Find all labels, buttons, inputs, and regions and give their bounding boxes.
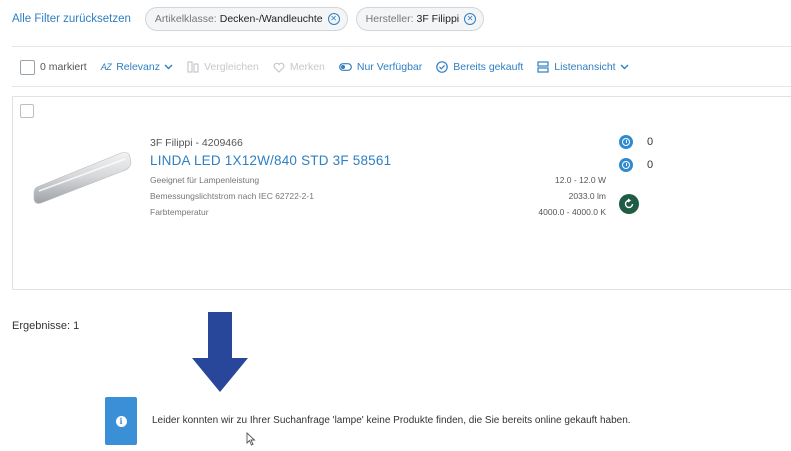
- filter-chip-artikelklasse[interactable]: Artikelklasse: Decken-/Wandleuchte ✕: [144, 7, 348, 31]
- chip-value: Decken-/Wandleuchte: [219, 13, 323, 25]
- reset-filters-link[interactable]: Alle Filter zurücksetzen: [12, 13, 131, 25]
- attribute-value: 4000.0 - 4000.0 K: [538, 207, 606, 217]
- chevron-down-icon: [164, 64, 173, 70]
- checkbox-icon[interactable]: [20, 59, 35, 75]
- reorder-button[interactable]: [619, 194, 639, 214]
- counter-value: 0: [647, 136, 654, 148]
- product-image[interactable]: [33, 147, 133, 209]
- already-bought-label: Bereits gekauft: [453, 61, 524, 73]
- info-strip: i: [105, 397, 137, 445]
- compare-label: Vergleichen: [203, 61, 259, 73]
- arrow-down-icon: [192, 312, 248, 392]
- available-toggle[interactable]: Nur Verfügbar: [338, 61, 423, 73]
- marked-count: 0 markiert: [40, 61, 87, 73]
- sort-dropdown[interactable]: AZ Relevanz: [101, 61, 173, 73]
- counter-row: 0: [619, 135, 653, 149]
- chip-key: Hersteller:: [365, 13, 414, 25]
- select-all[interactable]: 0 markiert: [20, 59, 87, 75]
- attribute-row: Farbtemperatur 4000.0 - 4000.0 K: [150, 207, 606, 217]
- clock-icon[interactable]: [619, 135, 633, 149]
- clock-icon[interactable]: [619, 158, 633, 172]
- compare-button[interactable]: Vergleichen: [187, 61, 259, 73]
- info-message-text: Leider konnten wir zu Ihrer Suchanfrage …: [152, 415, 631, 426]
- counter-row: 0: [619, 158, 653, 172]
- info-icon: i: [115, 415, 127, 427]
- sort-az-icon: AZ: [100, 62, 112, 72]
- remove-filter-icon[interactable]: ✕: [327, 13, 340, 25]
- results-count: Ergebnisse: 1: [12, 320, 80, 332]
- filter-chip-hersteller[interactable]: Hersteller: 3F Filippi ✕: [355, 7, 485, 31]
- attribute-value: 12.0 - 12.0 W: [554, 175, 606, 185]
- chip-key: Artikelklasse:: [154, 13, 217, 25]
- bookmark-button[interactable]: Merken: [273, 61, 325, 73]
- chip-value: 3F Filippi: [416, 13, 460, 25]
- product-checkbox[interactable]: [20, 104, 34, 118]
- attribute-value: 2033.0 lm: [568, 191, 606, 201]
- result-toolbar: 0 markiert AZ Relevanz Vergleichen Merke…: [20, 56, 643, 78]
- product-name-link[interactable]: LINDA LED 1X12W/840 STD 3F 58561: [150, 153, 391, 168]
- attribute-row: Bemessungslichtstrom nach IEC 62722-2-1 …: [150, 191, 606, 201]
- chevron-down-icon: [620, 64, 629, 70]
- compare-icon: [187, 61, 199, 73]
- attribute-label: Geeignet für Lampenleistung: [150, 175, 260, 185]
- list-view-icon: [537, 61, 549, 73]
- refresh-icon: [624, 198, 634, 209]
- filter-bar: Alle Filter zurücksetzen Artikelklasse: …: [12, 6, 492, 32]
- attribute-row: Geeignet für Lampenleistung 12.0 - 12.0 …: [150, 175, 606, 185]
- bookmark-label: Merken: [289, 61, 325, 73]
- counter-value: 0: [647, 159, 654, 171]
- heart-icon: [273, 62, 285, 73]
- attribute-label: Bemessungslichtstrom nach IEC 62722-2-1: [150, 191, 314, 201]
- info-message: i Leider konnten wir zu Ihrer Suchanfrag…: [105, 397, 705, 445]
- view-label: Listenansicht: [554, 61, 616, 73]
- product-brand-sku: 3F Filippi - 4209466: [150, 137, 243, 149]
- divider: [12, 86, 791, 87]
- view-dropdown[interactable]: Listenansicht: [537, 61, 629, 73]
- available-label: Nur Verfügbar: [356, 61, 423, 73]
- divider: [12, 46, 791, 47]
- product-card: 3F Filippi - 4209466 LINDA LED 1X12W/840…: [12, 96, 791, 290]
- already-bought-filter[interactable]: Bereits gekauft: [436, 61, 523, 73]
- attribute-label: Farbtemperatur: [150, 207, 209, 217]
- toggle-icon: [338, 63, 352, 71]
- remove-filter-icon[interactable]: ✕: [464, 13, 477, 25]
- sort-label: Relevanz: [116, 61, 160, 73]
- mouse-cursor-icon: [246, 432, 256, 446]
- check-circle-icon: [436, 61, 449, 73]
